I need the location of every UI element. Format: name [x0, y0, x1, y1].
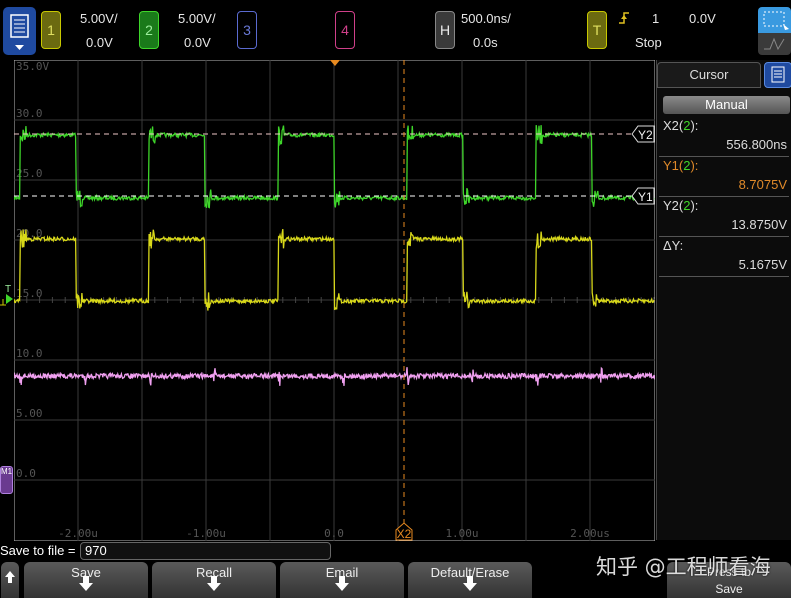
divider [659, 236, 789, 237]
cursor-row-value: 8.7075V [738, 177, 787, 192]
channel-2-button[interactable]: 2 [139, 11, 159, 49]
x-axis-label: -2.00u [58, 527, 98, 540]
box-select-icon [763, 11, 789, 30]
back-up-button[interactable] [1, 562, 19, 598]
ch2-scale: 5.00V/ [178, 11, 216, 26]
cursor-row-label: ΔY: [663, 238, 684, 253]
cursor-panel: Cursor Manual X2(2): 556.800ns Y1(2): 8.… [656, 60, 791, 540]
x-axis-label: -1.00u [186, 527, 226, 540]
channel-ground-marker-icon[interactable] [0, 292, 14, 308]
horizontal-scale: 500.0ns/ [461, 11, 511, 26]
watermark: 知乎 @工程师看海 [596, 555, 771, 579]
horizontal-delay: 0.0s [473, 35, 498, 50]
arrow-down-icon [207, 576, 221, 591]
press-to-save-line2: Save [715, 582, 743, 596]
arrow-down-icon [79, 576, 93, 591]
cursor-tab[interactable]: Cursor [657, 62, 761, 88]
cursor-row-label: Y1(2): [663, 158, 699, 173]
arrow-up-icon [5, 571, 15, 583]
arrow-down-icon [463, 576, 477, 591]
trigger-source: 1 [652, 11, 660, 26]
trigger-level: 0.0V [689, 11, 716, 26]
y2-cursor-label: Y2 [638, 128, 653, 142]
horizontal-button[interactable]: H [435, 11, 455, 49]
x2-cursor-label: X2 [397, 527, 412, 541]
y1-cursor-label: Y1 [638, 190, 653, 204]
x-axis-label: 2.00us [570, 527, 610, 540]
panel-menu-button[interactable] [764, 62, 791, 88]
cursor-row-label: X2(2): [663, 118, 699, 133]
softkey-email[interactable]: Email [280, 562, 404, 598]
y-axis-label: 10.0 [16, 347, 43, 360]
channel-4-button[interactable]: 4 [335, 11, 355, 49]
top-status-bar: 1 5.00V/ 0.0V 2 5.00V/ 0.0V 3 4 H 500.0n… [0, 0, 791, 60]
divider [659, 156, 789, 157]
cursor-mode-select[interactable]: Manual [663, 96, 790, 114]
softkey-save[interactable]: Save [24, 562, 148, 598]
trigger-button[interactable]: T [587, 11, 607, 49]
channel-1-button[interactable]: 1 [41, 11, 61, 49]
channel-3-button[interactable]: 3 [237, 11, 257, 49]
zoom-select-button[interactable] [758, 7, 791, 33]
cursor-row-value: 5.1675V [738, 257, 787, 272]
y-axis-label: 0.0 [16, 467, 36, 480]
softkey-recall[interactable]: Recall [152, 562, 276, 598]
menu-list-icon [10, 14, 29, 50]
waveform-touch-button[interactable] [758, 33, 791, 55]
acquisition-status: Stop [635, 35, 662, 50]
cursor-row-value: 556.800ns [726, 137, 787, 152]
waveform-display[interactable]: 35.0V30.025.020.015.010.05.000.0-2.00u -1… [14, 60, 655, 541]
ch1-offset: 0.0V [86, 35, 113, 50]
x-axis-label: 0.0 [324, 527, 344, 540]
softkey-default-erase[interactable]: Default/Erase [408, 562, 532, 598]
ch1-scale: 5.00V/ [80, 11, 118, 26]
divider [659, 196, 789, 197]
y-axis-label: 5.00 [16, 407, 43, 420]
main-menu-button[interactable] [3, 7, 36, 55]
save-to-file-label: Save to file = [0, 543, 76, 558]
divider [659, 276, 789, 277]
cursor-row-label: Y2(2): [663, 198, 699, 213]
ch2-offset: 0.0V [184, 35, 211, 50]
waveform-icon [764, 37, 785, 51]
cursor-row-value: 13.8750V [731, 217, 787, 232]
rising-edge-icon [619, 12, 629, 24]
y-axis-label: 30.0 [16, 107, 43, 120]
filename-input[interactable]: 970 [80, 542, 331, 560]
y-axis-label: 35.0V [16, 60, 49, 73]
math-channel-marker[interactable]: M1 [0, 466, 13, 494]
arrow-down-icon [335, 576, 349, 591]
x-axis-label: 1.00u [445, 527, 478, 540]
menu-list-icon [771, 66, 785, 83]
